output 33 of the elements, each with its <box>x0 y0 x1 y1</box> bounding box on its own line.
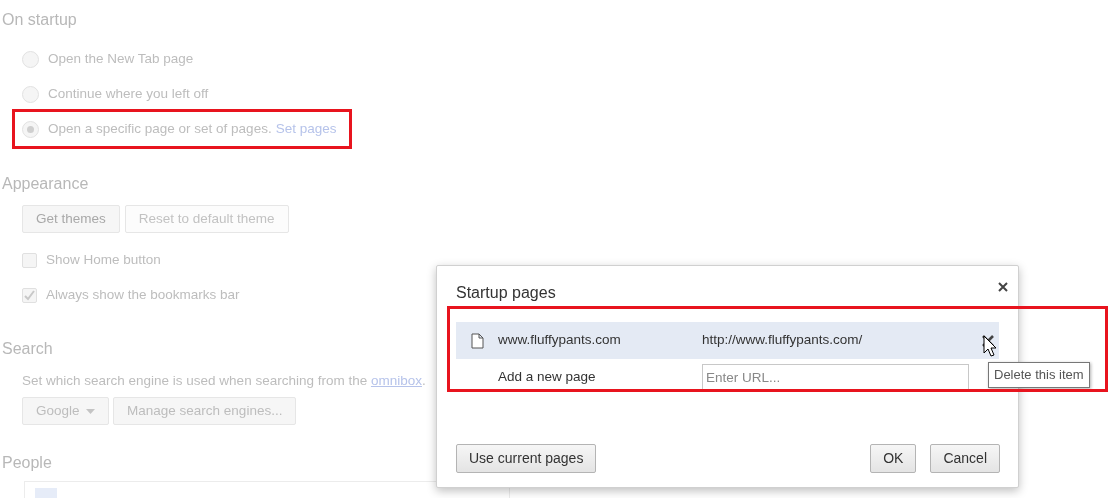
engine-dropdown[interactable]: Google <box>22 397 110 425</box>
checkbox-label: Show Home button <box>46 251 161 270</box>
section-heading: People <box>2 453 52 473</box>
manage-search-engines-button[interactable]: Manage search engines... <box>113 397 297 425</box>
radio-button[interactable] <box>22 121 39 138</box>
page-row[interactable]: www.fluffypants.com http://www.fluffypants.com/ <box>456 322 999 359</box>
section-heading: Search <box>2 339 53 359</box>
omnibox-link[interactable]: omnibox <box>370 373 422 388</box>
radio-button[interactable] <box>22 51 39 68</box>
avatar-icon <box>35 488 57 498</box>
section-heading: On startup <box>2 10 77 30</box>
page-url: http://www.fluffypants.com/ <box>702 331 863 350</box>
checkbox-label: Always show the bookmarks bar <box>46 286 240 305</box>
dialog-button[interactable]: OK <box>870 444 917 473</box>
checkbox[interactable] <box>22 288 37 303</box>
section-heading: Appearance <box>2 174 89 194</box>
tooltip: Delete this item <box>988 362 1090 388</box>
caret-icon <box>86 408 96 414</box>
option-label: Continue where you left off <box>48 85 209 104</box>
url-field[interactable]: Enter URL... <box>702 364 969 391</box>
option-label: Open a specific page or set of pages. <box>48 120 272 139</box>
dialog-button[interactable]: Cancel <box>930 444 1000 473</box>
cursor-icon <box>983 335 997 357</box>
set-pages-link[interactable]: Set pages <box>275 119 337 140</box>
page-name: www.fluffypants.com <box>498 331 621 350</box>
radio-button[interactable] <box>22 86 39 103</box>
dialog-title: Startup pages <box>456 283 556 303</box>
page-icon <box>471 332 484 349</box>
new-page-label: Add a new page <box>498 368 596 387</box>
dialog-button[interactable]: Use current pages <box>456 444 597 473</box>
theme-button[interactable]: Get themes <box>22 205 120 233</box>
checkbox[interactable] <box>22 253 37 268</box>
option-label: Open the New Tab page <box>48 50 194 69</box>
